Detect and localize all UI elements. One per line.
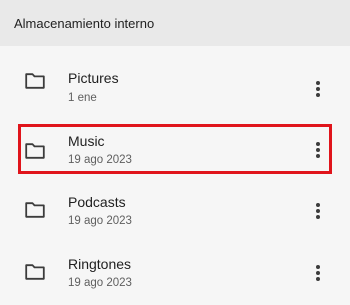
folder-icon: [25, 143, 45, 159]
more-vert-icon[interactable]: [312, 141, 324, 159]
folder-name: Podcasts: [68, 194, 126, 210]
folder-list: Pictures 1 ene Music 19 ago 2023 Podcast…: [0, 46, 350, 305]
folder-item-pictures[interactable]: Pictures 1 ene: [0, 54, 350, 110]
more-vert-icon[interactable]: [312, 202, 324, 220]
more-vert-icon[interactable]: [312, 264, 324, 282]
storage-title: Almacenamiento interno: [14, 15, 155, 31]
folder-item-music[interactable]: Music 19 ago 2023: [18, 124, 332, 174]
folder-name: Music: [68, 133, 105, 149]
folder-date: 19 ago 2023: [68, 215, 132, 227]
folder-date: 19 ago 2023: [68, 277, 132, 289]
folder-date: 1 ene: [68, 92, 97, 104]
folder-icon: [25, 264, 45, 280]
folder-name: Ringtones: [68, 256, 132, 272]
folder-item-podcasts[interactable]: Podcasts 19 ago 2023: [0, 178, 350, 234]
storage-header: Almacenamiento interno: [0, 0, 350, 46]
folder-name: Pictures: [68, 70, 119, 86]
folder-icon: [25, 73, 45, 89]
more-vert-icon[interactable]: [312, 80, 324, 98]
folder-icon: [25, 202, 45, 218]
folder-date: 19 ago 2023: [68, 154, 132, 166]
folder-item-ringtones[interactable]: Ringtones 19 ago 2023: [0, 240, 350, 296]
